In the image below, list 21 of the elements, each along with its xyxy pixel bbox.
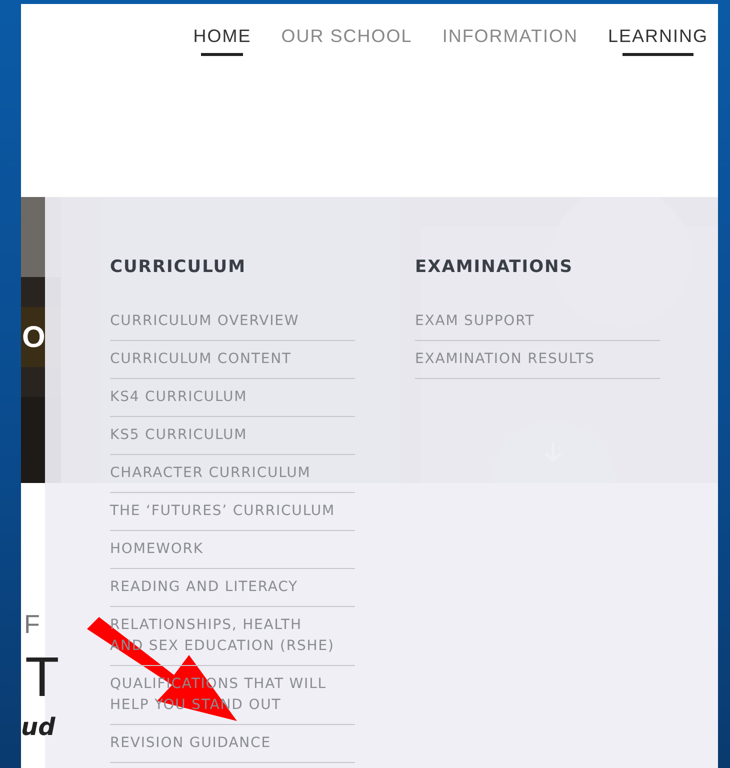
menu-link[interactable]: CURRICULUM OVERVIEW: [110, 309, 355, 341]
menu-link[interactable]: CHARACTER CURRICULUM: [110, 455, 355, 493]
nav-link[interactable]: LEARNING: [608, 26, 708, 56]
menu-link[interactable]: REVISION GUIDANCE: [110, 725, 355, 763]
menu-heading: EXAMINATIONS: [415, 257, 574, 277]
section-heading: T: [24, 647, 60, 707]
hero-headline: O: [22, 321, 46, 355]
menu-link[interactable]: EXAM SUPPORT: [415, 309, 660, 341]
menu-link[interactable]: THE ‘FUTURES’ CURRICULUM: [110, 493, 355, 531]
quote-text: ud: [21, 713, 56, 741]
menu-link[interactable]: KS4 CURRICULUM: [110, 379, 355, 417]
menu-link[interactable]: KS5 CURRICULUM: [110, 417, 355, 455]
menu-link[interactable]: READING AND LITERACY: [110, 569, 355, 607]
menu-link[interactable]: HOMEWORK: [110, 531, 355, 569]
nav-link[interactable]: HOME: [193, 26, 252, 56]
nav-link[interactable]: INFORMATION: [442, 26, 578, 56]
menu-heading: CURRICULUM: [110, 257, 248, 277]
menu-link[interactable]: CURRICULUM CONTENT: [110, 341, 355, 379]
nav-link[interactable]: OUR SCHOOL: [281, 26, 412, 56]
section-kicker: F: [23, 609, 40, 639]
menu-link[interactable]: EXAMINATION RESULTS: [415, 341, 660, 379]
